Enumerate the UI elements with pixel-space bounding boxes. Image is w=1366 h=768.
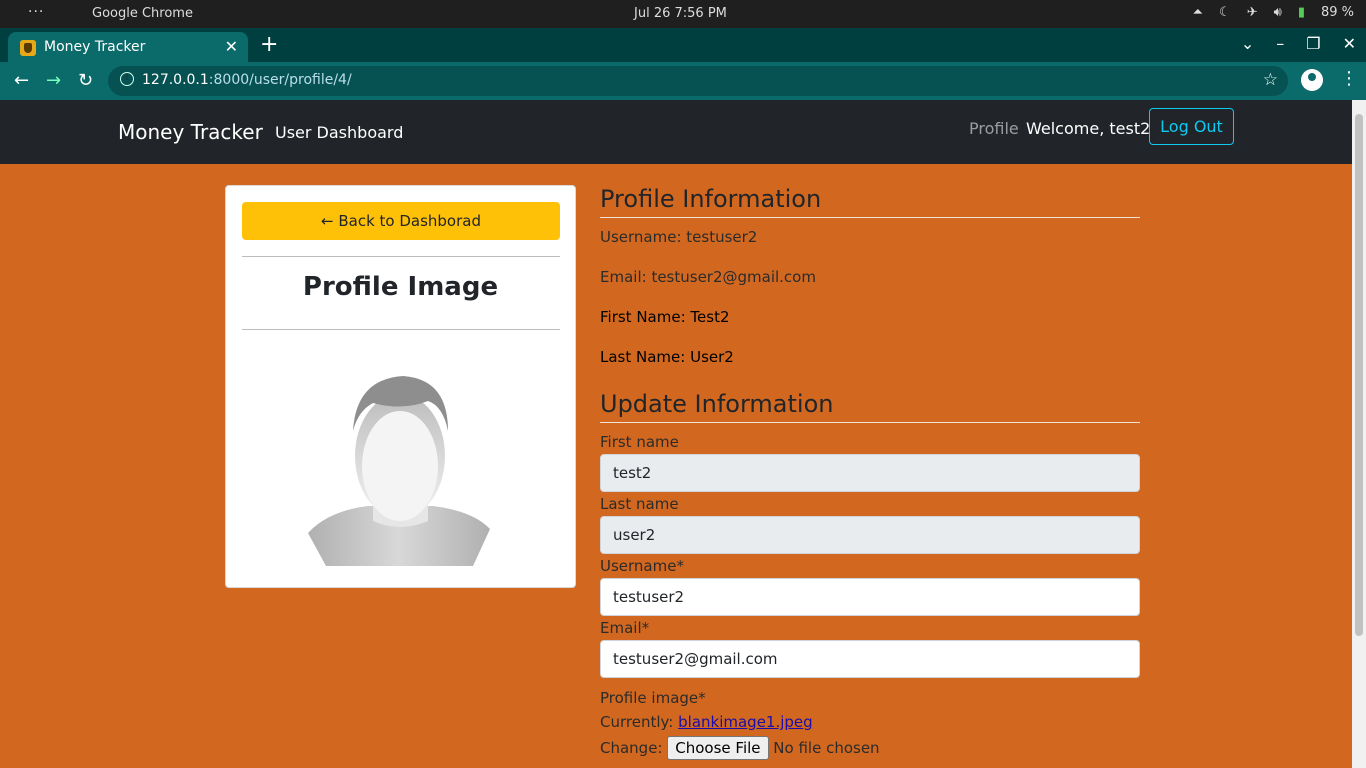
first-name-label: First name — [600, 433, 679, 451]
minimize-icon[interactable]: – — [1276, 34, 1284, 53]
profile-avatar-image — [308, 376, 490, 566]
browser-menu-icon[interactable]: ⋮ — [1340, 68, 1358, 89]
upload-icon: ⏶ — [1192, 5, 1204, 20]
forward-arrow-icon[interactable]: → — [46, 70, 61, 91]
maximize-icon[interactable]: ❐ — [1306, 34, 1320, 53]
info-username: Username: testuser2 — [600, 228, 758, 246]
navbar-brand[interactable]: Money Tracker — [118, 120, 263, 144]
tab-title: Money Tracker — [44, 39, 146, 55]
no-file-chosen-text: No file chosen — [773, 739, 880, 757]
nav-profile[interactable]: Profile — [969, 119, 1019, 138]
username-label: Username* — [600, 557, 684, 575]
update-information-heading: Update Information — [600, 390, 1140, 423]
choose-file-button[interactable]: Choose File — [667, 736, 769, 760]
battery-icon: ▮ — [1297, 5, 1305, 20]
logout-button[interactable]: Log Out — [1149, 108, 1234, 145]
email-label: Email* — [600, 619, 650, 637]
currently-label: Currently: — [600, 713, 674, 731]
system-tray[interactable]: ⏶ ☾ ✈ 🔊︎ ▮ 89 % — [1193, 5, 1354, 20]
first-name-field[interactable]: test2 — [600, 454, 1140, 492]
close-tab-icon[interactable]: ✕ — [225, 37, 238, 56]
profile-image-heading: Profile Image — [302, 272, 499, 302]
profile-image-card: ← Back to Dashborad Profile Image — [225, 185, 576, 588]
back-to-dashboard-button[interactable]: ← Back to Dashborad — [242, 202, 560, 240]
airplane-icon: ✈ — [1246, 5, 1258, 20]
email-field[interactable]: testuser2@gmail.com — [600, 640, 1140, 678]
tab-search-icon[interactable]: ⌄ — [1241, 34, 1254, 53]
info-first-name: First Name: Test2 — [600, 308, 730, 326]
site-info-icon[interactable]: i — [120, 72, 134, 86]
tab-strip: Money Tracker ✕ + ⌄ – ❐ ✕ — [0, 28, 1366, 62]
info-last-name: Last Name: User2 — [600, 348, 734, 366]
new-tab-icon[interactable]: + — [260, 32, 278, 57]
last-name-field[interactable]: user2 — [600, 516, 1140, 554]
site-navbar: Money Tracker User Dashboard Profile Wel… — [0, 100, 1352, 164]
last-name-label: Last name — [600, 495, 679, 513]
divider — [242, 256, 560, 257]
close-window-icon[interactable]: ✕ — [1343, 34, 1356, 53]
profile-image-label: Profile image* — [600, 689, 706, 707]
username-field[interactable]: testuser2 — [600, 578, 1140, 616]
volume-icon: 🔊︎ — [1273, 5, 1282, 20]
change-file-row: Change: Choose File No file chosen — [600, 736, 880, 760]
address-bar[interactable]: i 127.0.0.1:8000/user/profile/4/ ☆ — [108, 66, 1288, 96]
browser-profile-icon[interactable] — [1301, 69, 1323, 91]
current-file-link[interactable]: blankimage1.jpeg — [678, 713, 813, 731]
bookmark-star-icon[interactable]: ☆ — [1263, 70, 1278, 90]
profile-information-heading: Profile Information — [600, 185, 1140, 218]
info-email: Email: testuser2@gmail.com — [600, 268, 816, 286]
welcome-text: Welcome, test2 — [1026, 119, 1151, 138]
os-top-bar: ··· Google Chrome Jul 26 7:56 PM ⏶ ☾ ✈ 🔊… — [0, 0, 1366, 28]
favicon-icon — [20, 40, 36, 56]
change-label: Change: — [600, 739, 663, 757]
url-text[interactable]: 127.0.0.1:8000/user/profile/4/ — [142, 72, 352, 88]
current-file-row: Currently: blankimage1.jpeg — [600, 713, 813, 731]
nav-user-dashboard[interactable]: User Dashboard — [275, 123, 403, 142]
battery-percent: 89 % — [1320, 5, 1354, 20]
page-scrollbar[interactable] — [1352, 100, 1366, 768]
activities-menu[interactable]: ··· — [28, 4, 44, 20]
back-arrow-icon[interactable]: ← — [14, 70, 29, 91]
night-light-icon: ☾ — [1219, 5, 1231, 20]
browser-toolbar: ← → ↻ i 127.0.0.1:8000/user/profile/4/ ☆… — [0, 62, 1366, 100]
browser-tab[interactable]: Money Tracker ✕ — [8, 32, 248, 62]
reload-icon[interactable]: ↻ — [78, 70, 93, 91]
clock[interactable]: Jul 26 7:56 PM — [634, 6, 727, 21]
active-app-name[interactable]: Google Chrome — [92, 6, 193, 21]
scrollbar-thumb[interactable] — [1355, 114, 1363, 636]
window-controls: ⌄ – ❐ ✕ — [1241, 34, 1356, 53]
divider — [242, 329, 560, 330]
